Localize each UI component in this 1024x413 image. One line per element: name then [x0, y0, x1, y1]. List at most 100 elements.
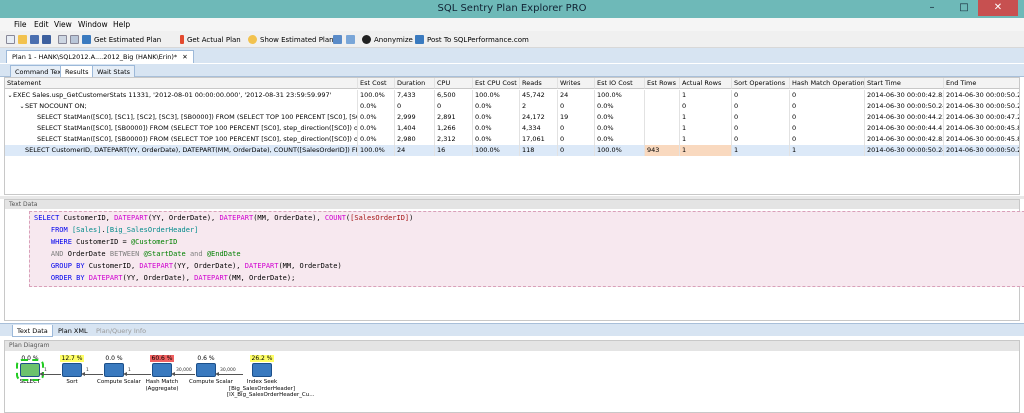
table-row[interactable]: SELECT StatMan([SC0], [SB0000]) FROM (SE…	[5, 123, 1019, 134]
table-row[interactable]: ⌄SET NOCOUNT ON; 0.0% 0 0 0.0% 2 0 0.0% 0 0 0 2014-…	[5, 101, 1019, 112]
plan-node-index-seek[interactable]: 26.2 % Index Seek [Big_SalesOrderHeader] …	[227, 355, 314, 399]
show-estimated-plan-button[interactable]: Show Estimated Plan	[248, 34, 334, 45]
close-button[interactable]: ✕	[978, 0, 1018, 16]
code-token: WHERE	[50, 238, 77, 246]
document-tabs: Plan 1 - HANK\SQL2012.A....2012_Big (HAN…	[0, 48, 1024, 63]
table-cell-start-time: 2014-06-30 00:00:42.830	[867, 90, 944, 101]
column-header-writes[interactable]: Writes	[558, 78, 595, 89]
cost-percent-badge: 12.7 %	[59, 355, 85, 362]
table-cell-reads: 4,334	[520, 123, 558, 134]
column-header-est-cost[interactable]: Est Cost	[358, 78, 395, 89]
menu-view[interactable]: View	[54, 20, 72, 29]
table-cell-est-rows: 943	[645, 145, 680, 156]
hash-match-operator-icon	[152, 363, 172, 377]
table-row[interactable]: SELECT StatMan([SC0], [SB0000]) FROM (SE…	[5, 134, 1019, 145]
column-header-reads[interactable]: Reads	[520, 78, 558, 89]
column-header-est-io-cost[interactable]: Est IO Cost	[595, 78, 645, 89]
statement-text: SELECT StatMan([SC0], [SC1], [SC2], [SC3…	[37, 113, 358, 121]
plan-diagram-panel: Plan Diagram 0.0 % SELECT 12.7 % Sort 0.0 % C…	[4, 340, 1020, 413]
table-cell-est-cost: 100.0%	[358, 90, 395, 101]
column-header-duration[interactable]: Duration	[395, 78, 435, 89]
plan-node-select[interactable]: 0.0 % SELECT	[13, 355, 47, 386]
maximize-button[interactable]: □	[952, 0, 976, 16]
column-header-actual-rows[interactable]: Actual Rows	[680, 78, 732, 89]
sql-code-box[interactable]: SELECT CustomerID, DATEPART(YY, OrderDat…	[29, 211, 1024, 287]
tab-plan-xml[interactable]: Plan XML	[54, 325, 92, 337]
code-token: BETWEEN	[109, 250, 144, 258]
column-header-statement[interactable]: Statement	[5, 78, 358, 89]
menu-window[interactable]: Window	[78, 20, 108, 29]
table-cell-sort-ops: 0	[732, 134, 790, 145]
close-tab-icon[interactable]: ✕	[182, 53, 187, 61]
actual-plan-button[interactable]: Get Actual Plan	[180, 34, 241, 45]
column-header-cpu[interactable]: CPU	[435, 78, 473, 89]
row-count-label: 30,000	[220, 368, 236, 373]
table-row[interactable]: SELECT CustomerID, DATEPART(YY, OrderDat…	[5, 145, 1019, 156]
open-file-button[interactable]	[18, 34, 30, 45]
layout-icon	[333, 35, 342, 44]
estimated-plan-button[interactable]: Get Estimated Plan	[82, 34, 161, 45]
tab-text-data[interactable]: Text Data	[12, 325, 53, 337]
plan-diagram-header: Plan Diagram	[5, 341, 1019, 351]
column-header-est-cpu-cost[interactable]: Est CPU Cost	[473, 78, 520, 89]
column-header-sort-ops[interactable]: Sort Operations	[732, 78, 790, 89]
text-data-panel: Text Data SELECT CustomerID, DATEPART(YY…	[4, 199, 1024, 321]
grid-button[interactable]	[346, 34, 358, 45]
minimize-button[interactable]: –	[920, 0, 944, 16]
table-cell-hash-match-ops: 1	[790, 145, 865, 156]
plan-node-compute-scalar-1[interactable]: 0.0 % Compute Scalar	[97, 355, 141, 386]
tab-wait-stats[interactable]: Wait Stats	[92, 65, 136, 77]
operator-name: Sort	[66, 379, 78, 385]
open-folder-icon	[18, 35, 27, 44]
save-button[interactable]	[30, 34, 42, 45]
tab-results[interactable]: Results	[60, 65, 94, 77]
data-flow-arrow	[171, 372, 195, 376]
post-button[interactable]: Post To SQLPerformance.com	[415, 34, 529, 45]
plan-document-tab[interactable]: Plan 1 - HANK\SQL2012.A....2012_Big (HAN…	[6, 50, 194, 63]
table-cell-est-cpu-cost: 100.0%	[473, 90, 520, 101]
code-token: (MM, OrderDate)	[278, 262, 342, 270]
layout-button[interactable]	[333, 34, 345, 45]
paste-button[interactable]	[70, 34, 82, 45]
column-header-start-time[interactable]: Start Time	[865, 78, 944, 89]
table-cell-sort-ops: 0	[732, 112, 790, 123]
tab-plan-query-info[interactable]: Plan/Query Info	[92, 325, 150, 337]
table-row[interactable]: SELECT StatMan([SC0], [SC1], [SC2], [SC3…	[5, 112, 1019, 123]
save-all-button[interactable]	[42, 34, 54, 45]
copy-button[interactable]	[58, 34, 70, 45]
column-header-est-rows[interactable]: Est Rows	[645, 78, 680, 89]
column-header-hash-match-ops[interactable]: Hash Match Operations	[790, 78, 865, 89]
estimated-plan-label: Get Estimated Plan	[94, 35, 162, 44]
column-header-end-time[interactable]: End Time	[944, 78, 1019, 89]
menu-file[interactable]: File	[14, 20, 27, 29]
table-cell-est-cpu-cost: 0.0%	[473, 112, 520, 123]
code-line: WHERE CustomerID = @CustomerID	[34, 238, 177, 246]
table-cell-est-io-cost: 100.0%	[595, 145, 645, 156]
table-cell-cpu: 2,312	[435, 134, 473, 145]
table-cell-hash-match-ops: 0	[790, 101, 865, 112]
table-cell-duration: 7,433	[395, 90, 435, 101]
statement-text: EXEC Sales.usp_GetCustomerStats 11331, '…	[13, 91, 332, 99]
plan-node-sort[interactable]: 12.7 % Sort	[55, 355, 89, 386]
table-cell-est-io-cost: 100.0%	[595, 90, 645, 101]
plan-node-compute-scalar-2[interactable]: 0.6 % Compute Scalar	[189, 355, 233, 386]
grid-header-row: Statement Est Cost Duration CPU Est CPU Cost…	[5, 78, 1019, 89]
table-row[interactable]: ⌄EXEC Sales.usp_GetCustomerStats 11331, …	[5, 90, 1019, 101]
code-token: [SalesOrderID]	[350, 214, 410, 222]
detail-tabs: Text Data Plan XML Plan/Query Info	[0, 323, 1024, 337]
menu-edit[interactable]: Edit	[34, 20, 49, 29]
data-flow-arrow	[81, 372, 103, 376]
code-token: @CustomerID	[130, 238, 178, 246]
menu-help[interactable]: Help	[113, 20, 130, 29]
code-token: GROUP BY	[50, 262, 89, 270]
table-cell-hash-match-ops: 0	[790, 112, 865, 123]
show-estimated-plan-label: Show Estimated Plan	[260, 35, 334, 44]
table-cell-sort-ops: 1	[732, 145, 790, 156]
anonymize-button[interactable]: Anonymize	[362, 34, 413, 45]
code-token: DATEPART	[114, 214, 148, 222]
new-file-button[interactable]	[6, 34, 18, 45]
table-cell-cpu: 6,500	[435, 90, 473, 101]
code-token: (MM, OrderDate),	[253, 214, 325, 222]
